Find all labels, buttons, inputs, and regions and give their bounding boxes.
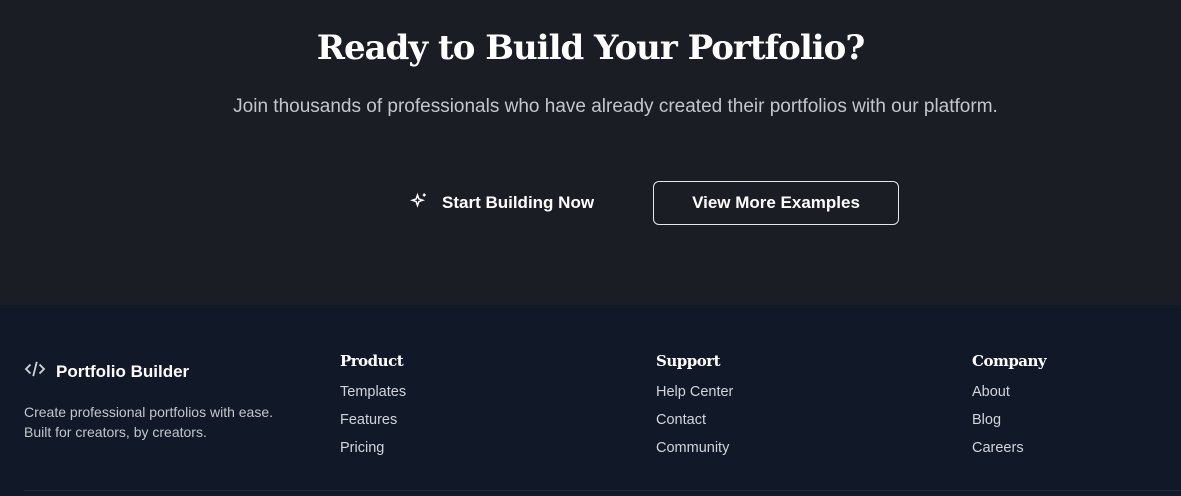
column-title: Support [656, 352, 721, 370]
footer-link-blog[interactable]: Blog [972, 406, 1046, 434]
footer: Portfolio Builder Create professional po… [0, 305, 1181, 496]
cta-title: Ready to Build Your Portfolio? [316, 28, 866, 68]
start-building-button[interactable]: Start Building Now [409, 181, 595, 225]
footer-link-templates[interactable]: Templates [340, 378, 406, 406]
description-line: Built for creators, by creators. [24, 424, 207, 440]
footer-link-community[interactable]: Community [656, 434, 733, 462]
brand-name: Portfolio Builder [56, 361, 190, 381]
description-line: Create professional portfolios with ease… [24, 404, 274, 420]
footer-link-help-center[interactable]: Help Center [656, 378, 733, 406]
column-title: Company [972, 352, 1047, 370]
footer-link-careers[interactable]: Careers [972, 434, 1046, 462]
code-icon [24, 360, 46, 383]
footer-column-product: Product Templates Features Pricing [340, 352, 406, 462]
footer-link-features[interactable]: Features [340, 406, 406, 434]
column-title: Product [340, 352, 404, 370]
footer-link-contact[interactable]: Contact [656, 406, 733, 434]
start-building-label: Start Building Now [442, 193, 595, 212]
footer-brand[interactable]: Portfolio Builder [24, 360, 189, 383]
footer-link-pricing[interactable]: Pricing [340, 434, 406, 462]
footer-column-support: Support Help Center Contact Community [656, 352, 733, 462]
view-more-examples-button[interactable]: View More Examples [653, 181, 899, 225]
cta-section: Ready to Build Your Portfolio? Join thou… [0, 0, 1181, 305]
footer-divider [24, 490, 1181, 491]
cta-subtitle: Join thousands of professionals who have… [233, 96, 998, 117]
footer-description: Create professional portfolios with ease… [24, 402, 273, 442]
footer-column-company: Company About Blog Careers [972, 352, 1047, 462]
sparkles-icon [409, 192, 428, 215]
footer-link-about[interactable]: About [972, 378, 1046, 406]
view-more-label: View More Examples [692, 193, 860, 212]
